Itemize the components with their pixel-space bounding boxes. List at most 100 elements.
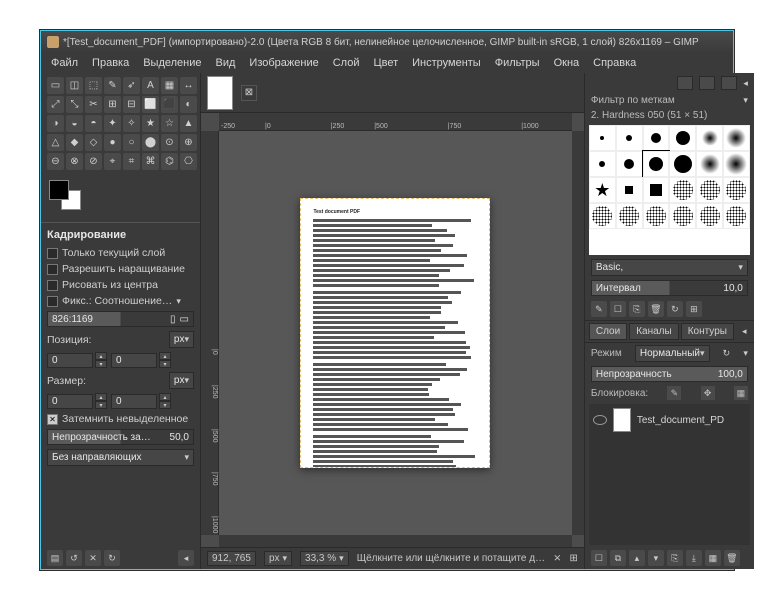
- tool-icon-30[interactable]: ⊙: [161, 134, 178, 151]
- layer-merge-icon[interactable]: ⤓: [686, 550, 702, 566]
- tool-icon-13[interactable]: ⬜: [142, 96, 159, 113]
- orient-portrait-icon[interactable]: ▯: [170, 314, 176, 325]
- tab-paths[interactable]: Контуры: [681, 323, 734, 340]
- layer-visibility-icon[interactable]: [593, 415, 607, 425]
- size-w-down[interactable]: ▾: [95, 401, 107, 409]
- chevron-down-icon[interactable]: ▾: [176, 296, 181, 307]
- layer-opacity-slider[interactable]: Непрозрачность100,0: [591, 366, 748, 382]
- tool-icon-31[interactable]: ⊕: [180, 134, 197, 151]
- tool-icon-29[interactable]: ⬤: [142, 134, 159, 151]
- tool-icon-24[interactable]: △: [47, 134, 64, 151]
- fg-bg-swatches[interactable]: [49, 180, 89, 214]
- tab-channels[interactable]: Каналы: [629, 323, 679, 340]
- document-page[interactable]: Test document PDF: [300, 198, 490, 468]
- layer-thumbnail[interactable]: [613, 408, 631, 432]
- dock-tab-patterns-icon[interactable]: [699, 76, 715, 90]
- tool-icon-38[interactable]: ⌬: [161, 153, 178, 170]
- brush-dup-icon[interactable]: ⎘: [629, 301, 645, 317]
- ruler-horizontal[interactable]: -250|0|250|500|750|1000: [219, 113, 572, 131]
- layer-name-label[interactable]: Test_document_PD: [637, 415, 724, 426]
- brush-edit-icon[interactable]: ✎: [591, 301, 607, 317]
- menu-image[interactable]: Изображение: [243, 55, 324, 71]
- menu-select[interactable]: Выделение: [137, 55, 207, 71]
- pos-y-down[interactable]: ▾: [159, 360, 171, 368]
- size-w-input[interactable]: 0: [47, 394, 93, 409]
- ruler-vertical[interactable]: |0|250|500|750|1000: [201, 131, 219, 535]
- menu-help[interactable]: Справка: [587, 55, 642, 71]
- scrollbar-horizontal[interactable]: [219, 535, 572, 547]
- tool-icon-1[interactable]: ◫: [66, 77, 83, 94]
- tool-icon-37[interactable]: ⌘: [142, 153, 159, 170]
- layer-row[interactable]: Test_document_PD: [589, 404, 750, 436]
- size-h-up[interactable]: ▴: [159, 393, 171, 401]
- dock-tab-brushes-icon[interactable]: [677, 76, 693, 90]
- layer-mask-icon[interactable]: ▦: [705, 550, 721, 566]
- tool-icon-8[interactable]: ⤢: [47, 96, 64, 113]
- layer-tabs-menu-icon[interactable]: ◂: [736, 324, 753, 339]
- layer-new-icon[interactable]: ☐: [591, 550, 607, 566]
- tool-icon-9[interactable]: ⤡: [66, 96, 83, 113]
- tool-icon-32[interactable]: ⊖: [47, 153, 64, 170]
- brush-grid[interactable]: ★: [589, 125, 750, 255]
- menu-tools[interactable]: Инструменты: [406, 55, 487, 71]
- tool-icon-4[interactable]: ➶: [123, 77, 140, 94]
- dock-menu-icon[interactable]: ◂: [178, 550, 194, 566]
- menu-color[interactable]: Цвет: [367, 55, 404, 71]
- layer-list[interactable]: Test_document_PD: [589, 404, 750, 545]
- menu-view[interactable]: Вид: [210, 55, 242, 71]
- mode-reset-icon[interactable]: ↻: [723, 348, 731, 359]
- tool-opt-save-icon[interactable]: ▤: [47, 550, 63, 566]
- tool-icon-22[interactable]: ☆: [161, 115, 178, 132]
- layer-group-icon[interactable]: ⧉: [610, 550, 626, 566]
- tool-icon-2[interactable]: ⬚: [85, 77, 102, 94]
- menu-edit[interactable]: Правка: [86, 55, 135, 71]
- layer-dup-icon[interactable]: ⎘: [667, 550, 683, 566]
- tool-icon-7[interactable]: ↔: [180, 77, 197, 94]
- tool-icon-15[interactable]: ◐: [180, 96, 197, 113]
- crop-ratio-field[interactable]: 826:1169▯▭: [47, 311, 194, 327]
- shade-checkbox[interactable]: ✕: [47, 414, 58, 425]
- tool-icon-25[interactable]: ◆: [66, 134, 83, 151]
- crop-allow-grow-checkbox[interactable]: [47, 264, 58, 275]
- size-w-up[interactable]: ▴: [95, 393, 107, 401]
- tool-icon-33[interactable]: ⊗: [66, 153, 83, 170]
- menu-filters[interactable]: Фильтры: [489, 55, 546, 71]
- tool-icon-14[interactable]: ⬛: [161, 96, 178, 113]
- shade-opacity-slider[interactable]: Непрозрачность за…50,0: [47, 429, 194, 445]
- tool-icon-3[interactable]: ✎: [104, 77, 121, 94]
- image-tab-close[interactable]: ⊠: [241, 85, 257, 101]
- status-unit-select[interactable]: px ▾: [264, 551, 292, 566]
- scrollbar-vertical[interactable]: [572, 131, 584, 535]
- tool-icon-10[interactable]: ✂: [85, 96, 102, 113]
- guides-select[interactable]: Без направляющих▾: [47, 449, 194, 466]
- dock-config-icon[interactable]: ◂: [743, 78, 748, 89]
- pos-x-up[interactable]: ▴: [95, 352, 107, 360]
- brush-interval-slider[interactable]: Интервал10,0: [591, 280, 748, 296]
- tool-icon-23[interactable]: ▲: [180, 115, 197, 132]
- layer-up-icon[interactable]: ▴: [629, 550, 645, 566]
- tool-icon-28[interactable]: ○: [123, 134, 140, 151]
- tool-icon-36[interactable]: ⌗: [123, 153, 140, 170]
- layer-mode-select[interactable]: Нормальный ▾: [635, 345, 710, 362]
- position-unit-select[interactable]: px ▾: [169, 331, 194, 348]
- size-h-input[interactable]: 0: [111, 394, 157, 409]
- tool-opt-reset-icon[interactable]: ↻: [104, 550, 120, 566]
- lock-position-icon[interactable]: ✥: [701, 386, 715, 400]
- layer-down-icon[interactable]: ▾: [648, 550, 664, 566]
- pos-x-down[interactable]: ▾: [95, 360, 107, 368]
- menu-file[interactable]: Файл: [45, 55, 84, 71]
- menu-layer[interactable]: Слой: [327, 55, 366, 71]
- crop-fixed-checkbox[interactable]: [47, 296, 58, 307]
- crop-from-center-checkbox[interactable]: [47, 280, 58, 291]
- menu-windows[interactable]: Окна: [548, 55, 586, 71]
- tool-icon-39[interactable]: ⎔: [180, 153, 197, 170]
- orient-landscape-icon[interactable]: ▭: [180, 314, 189, 325]
- pos-x-input[interactable]: 0: [47, 353, 93, 368]
- dock-tab-fonts-icon[interactable]: [721, 76, 737, 90]
- chevron-down-icon[interactable]: ▾: [743, 348, 748, 359]
- canvas-viewport[interactable]: Test document PDF: [219, 131, 572, 535]
- layer-delete-icon[interactable]: 🗑: [724, 550, 740, 566]
- tool-icon-5[interactable]: A: [142, 77, 159, 94]
- pos-y-input[interactable]: 0: [111, 353, 157, 368]
- tool-icon-20[interactable]: ✧: [123, 115, 140, 132]
